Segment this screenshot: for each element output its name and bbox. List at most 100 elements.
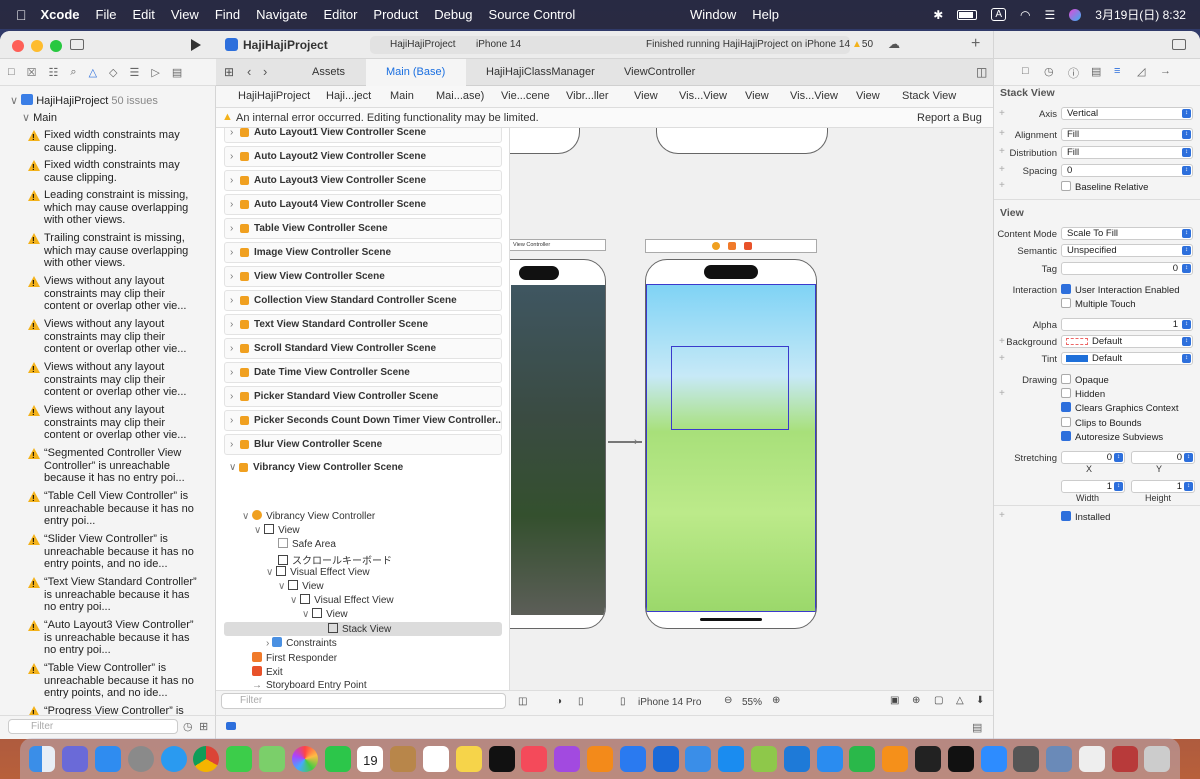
- disclosure-icon[interactable]: ∨: [22, 112, 30, 124]
- tree-item[interactable]: → Storyboard Entry Point: [252, 680, 367, 690]
- tree-item[interactable]: ∨ View: [254, 524, 300, 536]
- distribution-select[interactable]: Fill ↕: [1061, 146, 1193, 159]
- notes-icon[interactable]: [455, 745, 482, 772]
- menu-clock[interactable]: 3月19日(日) 8:32: [1095, 6, 1186, 23]
- tab-class-manager[interactable]: HajiHajiClassManager: [466, 59, 598, 86]
- add-variation-icon[interactable]: +: [999, 146, 1005, 157]
- editor-app-icon[interactable]: [750, 745, 777, 772]
- report-navigator-icon[interactable]: ▤: [172, 66, 182, 79]
- warning-count[interactable]: ▲50: [852, 39, 873, 50]
- jump-item[interactable]: HajiHajiProject: [238, 90, 310, 102]
- size-inspector-icon[interactable]: ◿: [1137, 65, 1145, 78]
- filter-field[interactable]: Filter: [8, 719, 178, 734]
- pages-icon[interactable]: [882, 745, 909, 772]
- add-variation-icon[interactable]: +: [999, 336, 1005, 347]
- siri-icon[interactable]: [1069, 8, 1082, 21]
- content-mode-select[interactable]: Scale To Fill ↕: [1061, 227, 1193, 240]
- semantic-select[interactable]: Unspecified ↕: [1061, 244, 1193, 257]
- music-icon[interactable]: [521, 745, 548, 772]
- add-variation-icon[interactable]: +: [999, 108, 1005, 119]
- issue-item[interactable]: “Table View Controller” is unreachable b…: [28, 662, 204, 700]
- symbol-navigator-icon[interactable]: ☷: [49, 66, 59, 79]
- mail-icon[interactable]: [94, 745, 121, 772]
- zoom-window-button[interactable]: [50, 40, 62, 52]
- left-scene-titlebar[interactable]: View Controller: [510, 239, 606, 251]
- issue-item[interactable]: Views without any layout constraints may…: [28, 361, 204, 399]
- app-store-icon[interactable]: [718, 745, 745, 772]
- vc-dock-icon[interactable]: [712, 242, 720, 250]
- books-icon[interactable]: [586, 745, 613, 772]
- jump-item[interactable]: View: [634, 90, 658, 102]
- issue-item[interactable]: Leading constraint is missing, which may…: [28, 189, 204, 227]
- issue-item[interactable]: “Slider View Controller” is unreachable …: [28, 533, 204, 571]
- zoom-out-icon[interactable]: ⊖: [724, 695, 732, 706]
- dictionary-icon[interactable]: [1111, 745, 1138, 772]
- stretch-y-field[interactable]: 0 ↕: [1131, 451, 1195, 464]
- orientation-icon[interactable]: ▯: [578, 696, 584, 707]
- filter-options-icon[interactable]: ◷: [183, 720, 193, 733]
- file-inspector-icon[interactable]: □: [1022, 65, 1029, 77]
- jump-item[interactable]: Vie...cene: [501, 90, 550, 102]
- multiple-touch-checkbox[interactable]: Multiple Touch: [1061, 298, 1136, 310]
- right-scene-titlebar[interactable]: [645, 239, 817, 253]
- zoom-in-icon[interactable]: ⊕: [772, 695, 780, 706]
- tree-item-selected[interactable]: Stack View: [328, 623, 391, 635]
- scene-row[interactable]: › Text View Standard Controller Scene: [224, 314, 502, 335]
- tree-item[interactable]: ∨ Visual Effect View: [290, 594, 394, 606]
- history-inspector-icon[interactable]: ◷: [1044, 65, 1054, 78]
- background-select[interactable]: Default ↕: [1061, 335, 1193, 348]
- clips-bounds-checkbox[interactable]: Clips to Bounds: [1061, 417, 1142, 429]
- left-phone[interactable]: [510, 259, 606, 629]
- zoom-icon[interactable]: [980, 745, 1007, 772]
- menu-view[interactable]: View: [163, 7, 207, 22]
- scene-row[interactable]: › Auto Layout3 View Controller Scene: [224, 170, 502, 191]
- scene-row[interactable]: › Scroll Standard View Controller Scene: [224, 338, 502, 359]
- breakpoint-navigator-icon[interactable]: ▷: [151, 66, 159, 79]
- installed-checkbox[interactable]: Installed: [1061, 511, 1110, 523]
- tree-item[interactable]: ∨ View: [278, 580, 324, 592]
- test-navigator-icon[interactable]: ◇: [109, 66, 117, 79]
- storyboard-canvas[interactable]: View Controller ›: [510, 128, 993, 690]
- terminal-icon[interactable]: [947, 745, 974, 772]
- zoom-level[interactable]: 55%: [742, 697, 762, 708]
- exit-dock-icon[interactable]: [744, 242, 752, 250]
- responder-dock-icon[interactable]: [728, 242, 736, 250]
- menu-navigate[interactable]: Navigate: [248, 7, 315, 22]
- reminders-icon[interactable]: [422, 745, 449, 772]
- tree-item[interactable]: ∨ Visual Effect View: [266, 566, 370, 578]
- issue-navigator-icon[interactable]: △: [89, 66, 97, 79]
- user-interaction-checkbox[interactable]: User Interaction Enabled: [1061, 284, 1180, 296]
- group-row[interactable]: ∨ Main: [22, 111, 57, 124]
- tree-item[interactable]: Safe Area: [278, 538, 336, 550]
- project-title[interactable]: HajiHajiProject: [243, 38, 328, 52]
- scene-row[interactable]: › Collection View Standard Controller Sce…: [224, 290, 502, 311]
- source-control-icon[interactable]: ☒: [27, 66, 37, 79]
- update-frames-icon[interactable]: ▣: [890, 695, 899, 706]
- menu-source-control[interactable]: Source Control: [481, 7, 584, 22]
- menu-find[interactable]: Find: [207, 7, 248, 22]
- minimize-window-button[interactable]: [31, 40, 43, 52]
- vscode-icon[interactable]: [783, 745, 810, 772]
- tree-item[interactable]: First Responder: [252, 652, 337, 664]
- project-row[interactable]: ∨ HajiHajiProject 50 issues: [10, 94, 158, 107]
- issue-item[interactable]: “Segmented Controller View Controller” i…: [28, 447, 204, 485]
- project-navigator-icon[interactable]: □: [8, 66, 15, 78]
- scene-row[interactable]: › Auto Layout2 View Controller Scene: [224, 146, 502, 167]
- help-inspector-icon[interactable]: ⓘ: [1068, 65, 1079, 81]
- menu-window[interactable]: Window: [682, 7, 744, 22]
- tab-viewcontroller[interactable]: ViewController: [604, 59, 714, 86]
- contacts-icon[interactable]: [390, 745, 417, 772]
- photos-icon[interactable]: [291, 745, 318, 772]
- forward-icon[interactable]: ›: [263, 64, 267, 79]
- hide-debug-icon[interactable]: ▤: [972, 721, 982, 734]
- stretch-x-field[interactable]: 0 ↕: [1061, 451, 1125, 464]
- grid-icon[interactable]: ⊞: [224, 65, 234, 79]
- selected-stack-view[interactable]: [671, 346, 789, 430]
- add-variation-icon[interactable]: +: [999, 164, 1005, 175]
- jump-item[interactable]: Mai...ase): [436, 90, 484, 102]
- scene-row[interactable]: › Auto Layout1 View Controller Scene: [224, 128, 502, 143]
- add-variation-icon[interactable]: +: [999, 388, 1005, 399]
- outline-filter-field[interactable]: Filter: [221, 693, 506, 709]
- split-editor-icon[interactable]: ◫: [976, 65, 987, 79]
- wifi-icon[interactable]: ◠: [1020, 8, 1030, 22]
